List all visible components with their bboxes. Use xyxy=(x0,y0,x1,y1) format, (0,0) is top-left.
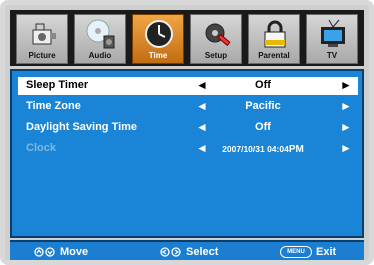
tv-antenna-icon xyxy=(321,19,345,47)
menu-row-time-zone[interactable]: Time Zone ◄ Pacific ► xyxy=(18,98,358,116)
left-right-arrows-icon xyxy=(160,247,181,257)
row-value: Off xyxy=(255,79,271,91)
row-label: Clock xyxy=(26,142,56,154)
arrow-left-icon[interactable]: ◄ xyxy=(196,99,208,113)
tab-label: Audio xyxy=(88,51,112,60)
arrow-right-icon[interactable]: ► xyxy=(340,141,352,155)
menu-row-daylight-saving[interactable]: Daylight Saving Time ◄ Off ► xyxy=(18,119,358,137)
menu-row-clock: Clock ◄ 2007/10/31 04:04PM ► xyxy=(18,140,358,158)
tab-label: Picture xyxy=(28,51,56,60)
arrow-right-icon[interactable]: ► xyxy=(340,99,352,113)
lock-icon xyxy=(264,20,286,48)
tab-label: Setup xyxy=(204,51,228,60)
cd-speaker-icon xyxy=(86,19,115,49)
menu-row-sleep-timer[interactable]: Sleep Timer ◄ Off ► xyxy=(18,77,358,95)
arrow-left-icon[interactable]: ◄ xyxy=(196,120,208,134)
select-label: Select xyxy=(186,246,219,258)
tab-label: TV xyxy=(326,51,338,60)
tab-bar: Picture Audio Time Setup Parental TV xyxy=(10,10,364,66)
hint-exit: MENU Exit xyxy=(280,246,337,259)
exit-label: Exit xyxy=(316,246,337,258)
tab-setup[interactable]: Setup xyxy=(190,14,242,64)
arrow-left-icon[interactable]: ◄ xyxy=(196,141,208,155)
clock-icon xyxy=(145,20,173,48)
menu-key-icon: MENU xyxy=(280,246,312,259)
tab-label: Parental xyxy=(258,51,290,60)
arrow-left-icon[interactable]: ◄ xyxy=(196,78,208,92)
hint-move: Move xyxy=(34,246,88,258)
clock-ampm: PM xyxy=(288,144,304,155)
tab-parental[interactable]: Parental xyxy=(248,14,300,64)
tab-time[interactable]: Time xyxy=(132,14,184,64)
tab-label: Time xyxy=(148,51,168,60)
tab-audio[interactable]: Audio xyxy=(74,14,126,64)
row-value: Off xyxy=(255,121,271,133)
hint-select: Select xyxy=(160,246,218,258)
arrow-right-icon[interactable]: ► xyxy=(340,120,352,134)
move-label: Move xyxy=(60,246,89,258)
gear-wrench-icon xyxy=(205,23,231,47)
arrow-right-icon[interactable]: ► xyxy=(340,78,352,92)
up-down-arrows-icon xyxy=(34,247,55,257)
row-value: Pacific xyxy=(245,100,281,112)
row-label: Sleep Timer xyxy=(26,79,89,91)
row-label: Daylight Saving Time xyxy=(26,121,138,133)
tab-picture[interactable]: Picture xyxy=(16,14,68,64)
camera-icon xyxy=(32,23,56,45)
settings-panel: Sleep Timer ◄ Off ► Time Zone ◄ Pacific … xyxy=(10,69,364,238)
tab-tv[interactable]: TV xyxy=(306,14,358,64)
footer-hint-bar: Move Select MENU Exit xyxy=(10,240,364,260)
row-value-clock: 2007/10/31 04:04PM xyxy=(208,144,318,155)
osd-menu-frame: Picture Audio Time Setup Parental TV Sle… xyxy=(0,0,374,265)
row-label: Time Zone xyxy=(26,100,81,112)
clock-date-time: 2007/10/31 04:04 xyxy=(222,144,289,154)
